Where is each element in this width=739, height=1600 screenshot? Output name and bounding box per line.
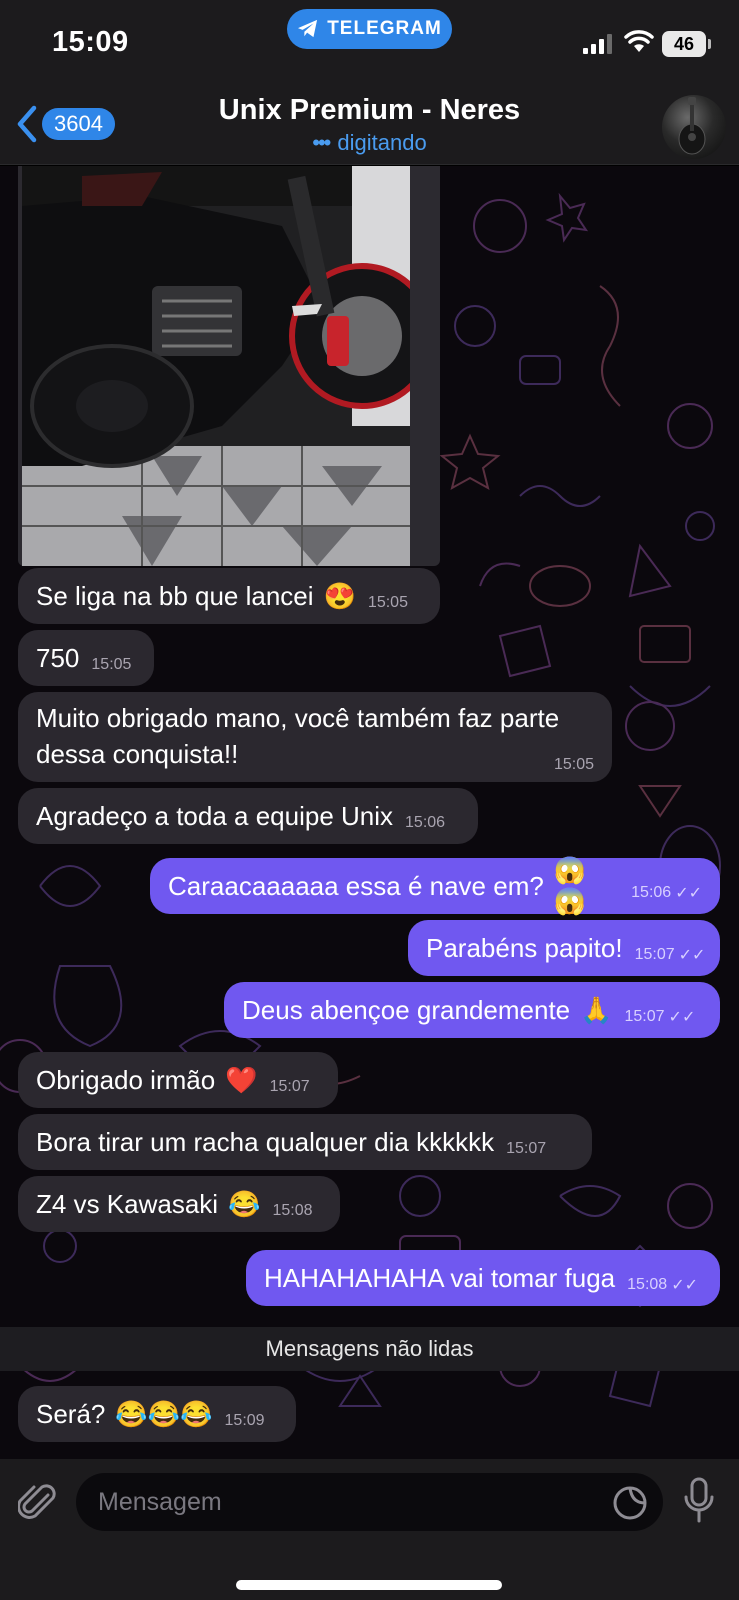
message-time: 15:08	[272, 1202, 313, 1219]
telegram-pill-label: TELEGRAM	[327, 18, 442, 39]
typing-label: digitando	[337, 130, 427, 155]
guitar-icon	[678, 97, 706, 155]
message-text: HAHAHAHAHA vai tomar fuga	[264, 1262, 616, 1293]
laughing-emoji: 😂	[228, 1188, 261, 1219]
double-check-icon: ✓✓	[671, 1277, 698, 1294]
typing-status: ••• digitando	[0, 130, 739, 156]
message-status: 15:07 ✓✓	[625, 1007, 696, 1027]
message-time: 15:05	[367, 594, 408, 611]
message-text: Bora tirar um racha qualquer dia kkkkkk	[36, 1126, 495, 1157]
message-time: 15:05	[91, 656, 132, 673]
message-input-bar: Mensagem	[0, 1459, 739, 1600]
message-incoming[interactable]: Se liga na bb que lancei 😍 15:05	[18, 568, 440, 624]
message-time: 15:07	[624, 1008, 665, 1025]
laughing-emoji: 😂😂😂	[115, 1398, 213, 1429]
sticker-icon[interactable]	[612, 1485, 648, 1521]
heart-emoji: ❤️	[225, 1064, 258, 1095]
message-text: Obrigado irmão	[36, 1064, 216, 1095]
message-incoming[interactable]: Z4 vs Kawasaki 😂 15:08	[18, 1176, 340, 1232]
message-text: Se liga na bb que lancei	[36, 580, 314, 611]
message-incoming[interactable]: Muito obrigado mano, você também faz par…	[18, 692, 612, 782]
message-time: 15:07	[269, 1078, 310, 1095]
microphone-icon[interactable]	[684, 1477, 714, 1525]
message-time: 15:06	[631, 884, 672, 901]
typing-dots-icon: •••	[312, 130, 331, 155]
message-outgoing[interactable]: Deus abençoe grandemente 🙏 15:07 ✓✓	[224, 982, 720, 1038]
message-time: 15:09	[224, 1412, 265, 1429]
heart-eyes-emoji: 😍	[323, 580, 356, 611]
message-time: 15:07	[506, 1140, 547, 1157]
message-text: Será?	[36, 1398, 106, 1429]
message-input[interactable]: Mensagem	[76, 1473, 663, 1531]
message-text: Deus abençoe grandemente	[242, 994, 571, 1025]
status-time: 15:09	[52, 26, 129, 58]
telegram-pill[interactable]: TELEGRAM	[287, 9, 452, 49]
battery-icon: 46	[662, 31, 711, 57]
scream-emoji: 😱 😱	[553, 855, 587, 916]
telegram-icon	[298, 19, 318, 38]
message-time: 15:08	[627, 1276, 668, 1293]
double-check-icon: ✓✓	[668, 1009, 696, 1026]
paperclip-icon[interactable]	[18, 1481, 58, 1525]
message-outgoing[interactable]: Parabéns papito! 15:07 ✓✓	[408, 920, 720, 976]
wifi-icon	[624, 30, 654, 52]
message-incoming[interactable]: Será? 😂😂😂 15:09	[18, 1386, 296, 1442]
message-time: 15:05	[553, 756, 594, 773]
message-outgoing[interactable]: HAHAHAHAHA vai tomar fuga 15:08 ✓✓	[246, 1250, 720, 1306]
chat-area: Se liga na bb que lancei 😍 15:05 750 15:…	[0, 166, 739, 1459]
motorcycle-photo[interactable]	[22, 166, 410, 566]
message-status: 15:07 ✓✓	[635, 945, 706, 965]
message-time: 15:06	[405, 814, 446, 831]
praying-hands-emoji: 🙏	[580, 994, 613, 1025]
message-time: 15:07	[634, 946, 675, 963]
message-incoming[interactable]: 750 15:05	[18, 630, 154, 686]
status-bar: 15:09 TELEGRAM 46	[0, 0, 739, 90]
avatar[interactable]	[662, 95, 726, 159]
message-text: Caraacaaaaaa essa é nave em?	[168, 870, 544, 901]
unread-messages-divider: Mensagens não lidas	[0, 1327, 739, 1371]
message-text: Agradeço a toda a equipe Unix	[36, 800, 394, 831]
message-text: Muito obrigado mano, você também faz par…	[36, 703, 560, 769]
message-outgoing[interactable]: Caraacaaaaaa essa é nave em? 😱 😱 15:06 ✓✓	[150, 855, 720, 916]
message-text: Z4 vs Kawasaki	[36, 1188, 219, 1219]
message-text: 750	[36, 642, 80, 673]
message-status: 15:06 ✓✓	[631, 883, 702, 903]
message-text: Parabéns papito!	[426, 932, 623, 963]
chat-header: 3604 Unix Premium - Neres ••• digitando	[0, 90, 739, 165]
chat-title[interactable]: Unix Premium - Neres	[0, 94, 739, 127]
motorcycle-image	[22, 166, 410, 566]
message-incoming[interactable]: Obrigado irmão ❤️ 15:07	[18, 1052, 338, 1108]
message-incoming[interactable]: Agradeço a toda a equipe Unix 15:06	[18, 788, 478, 844]
message-status: 15:08 ✓✓	[627, 1275, 698, 1295]
double-check-icon: ✓✓	[678, 947, 706, 964]
signal-icon	[583, 34, 612, 54]
home-indicator[interactable]	[236, 1580, 502, 1590]
message-incoming[interactable]: Bora tirar um racha qualquer dia kkkkkk …	[18, 1114, 592, 1170]
double-check-icon: ✓✓	[675, 885, 702, 902]
